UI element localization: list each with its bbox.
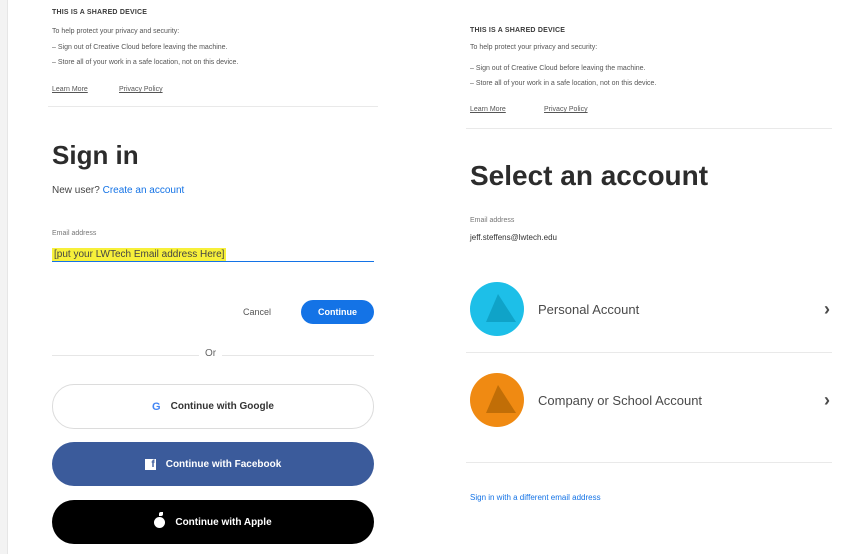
left-edge-strip bbox=[0, 0, 8, 554]
account-divider bbox=[466, 352, 832, 353]
email-label: Email address bbox=[470, 217, 515, 224]
chevron-right-icon: › bbox=[824, 298, 830, 319]
facebook-button-label: Continue with Facebook bbox=[165, 458, 282, 470]
google-button-label: Continue with Google bbox=[170, 401, 274, 412]
facebook-icon: f bbox=[144, 458, 156, 470]
privacy-policy-link[interactable]: Privacy Policy bbox=[119, 86, 163, 93]
cancel-button[interactable]: Cancel bbox=[243, 307, 271, 317]
shared-device-title: THIS IS A SHARED DEVICE bbox=[52, 9, 148, 16]
page-title: Sign in bbox=[52, 140, 139, 170]
continue-with-facebook-button[interactable]: f Continue with Facebook bbox=[52, 442, 374, 486]
personal-account-icon bbox=[470, 282, 524, 336]
email-field-value: [put your LWTech Email address Here] bbox=[52, 248, 227, 261]
learn-more-link[interactable]: Learn More bbox=[470, 106, 506, 113]
notice-divider bbox=[48, 106, 378, 107]
school-account-option[interactable]: Company or School Account › bbox=[470, 372, 830, 428]
notice-divider bbox=[466, 128, 832, 129]
shared-device-bullet: – Sign out of Creative Cloud before leav… bbox=[52, 44, 228, 51]
continue-with-google-button[interactable]: G Continue with Google bbox=[52, 384, 374, 429]
continue-with-apple-button[interactable]: Continue with Apple bbox=[52, 500, 374, 544]
email-label: Email address bbox=[52, 230, 97, 237]
apple-button-label: Continue with Apple bbox=[175, 516, 272, 528]
shared-device-bullet: – Store all of your work in a safe locat… bbox=[470, 80, 657, 87]
continue-button[interactable]: Continue bbox=[301, 300, 374, 324]
selected-email: jeff.steffens@lwtech.edu bbox=[470, 233, 557, 242]
or-label: Or bbox=[199, 348, 223, 359]
shared-device-intro: To help protect your privacy and securit… bbox=[52, 28, 180, 35]
new-user-text: New user? bbox=[52, 185, 100, 196]
privacy-policy-link[interactable]: Privacy Policy bbox=[544, 106, 588, 113]
apple-icon bbox=[154, 511, 166, 528]
different-email-link[interactable]: Sign in with a different email address bbox=[470, 493, 601, 502]
personal-account-option[interactable]: Personal Account › bbox=[470, 281, 830, 337]
page-title: Select an account bbox=[470, 160, 709, 191]
shared-device-bullet: – Store all of your work in a safe locat… bbox=[52, 59, 239, 66]
email-field[interactable]: [put your LWTech Email address Here] bbox=[52, 244, 227, 262]
shared-device-title: THIS IS A SHARED DEVICE bbox=[470, 27, 566, 34]
account-divider bbox=[466, 462, 832, 463]
school-account-label: Company or School Account bbox=[538, 392, 703, 408]
shared-device-bullet: – Sign out of Creative Cloud before leav… bbox=[470, 65, 646, 72]
email-field-underline bbox=[52, 261, 374, 262]
chevron-right-icon: › bbox=[824, 389, 830, 410]
new-user-row: New user? Create an account bbox=[52, 185, 184, 196]
learn-more-link[interactable]: Learn More bbox=[52, 86, 88, 93]
create-account-link[interactable]: Create an account bbox=[103, 185, 185, 196]
personal-account-label: Personal Account bbox=[538, 301, 640, 317]
school-account-icon bbox=[470, 373, 524, 427]
shared-device-intro: To help protect your privacy and securit… bbox=[470, 44, 598, 51]
google-icon: G bbox=[152, 400, 161, 413]
